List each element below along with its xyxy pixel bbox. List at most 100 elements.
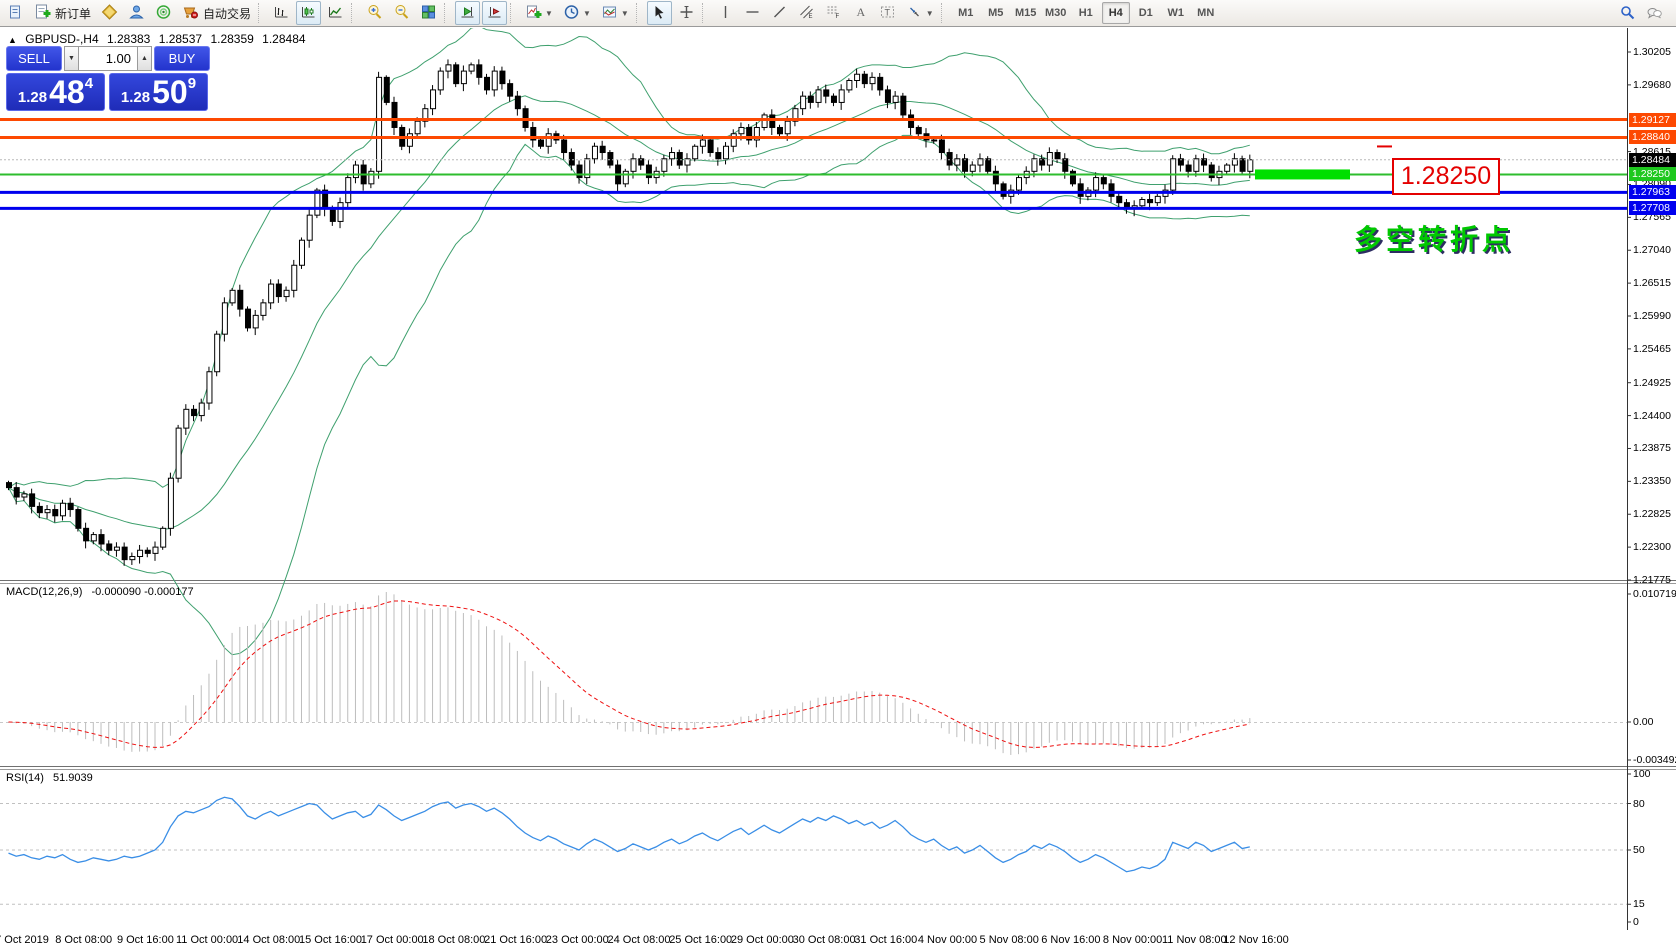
zoom-in-button[interactable] <box>362 1 387 25</box>
rsi-tick: 0 <box>1633 916 1639 928</box>
fibonacci-button[interactable]: F <box>821 1 846 25</box>
volume-input[interactable] <box>79 46 137 71</box>
time-label: 6 Nov 16:00 <box>1041 934 1101 946</box>
new-order-button[interactable]: 新订单 <box>30 1 95 25</box>
label-button[interactable]: T <box>875 1 900 25</box>
sell-price-big: 48 <box>49 74 85 110</box>
chart-shift-button[interactable] <box>482 1 508 25</box>
price-line-label[interactable]: 1.28840 <box>1629 130 1676 145</box>
ohlc-high: 1.28537 <box>158 32 203 46</box>
chat-icon[interactable] <box>1642 1 1667 25</box>
signals-button[interactable] <box>151 1 176 25</box>
price-line-label[interactable]: 1.29127 <box>1629 112 1676 127</box>
crosshair-button[interactable] <box>674 1 699 25</box>
timeframe-m30[interactable]: M30 <box>1042 2 1070 24</box>
line-chart-button[interactable] <box>323 1 348 25</box>
time-label: 8 Oct 08:00 <box>55 934 113 946</box>
channel-button[interactable]: E <box>794 1 819 25</box>
price-line-label[interactable]: 1.27963 <box>1629 185 1676 200</box>
sell-price[interactable]: 1.28 48 4 <box>6 73 105 111</box>
time-label: 8 Nov 00:00 <box>1102 934 1163 946</box>
toolbar-separator <box>351 3 359 23</box>
channel-icon: E <box>798 4 815 23</box>
price-line-label[interactable]: 1.28250 <box>1629 167 1676 182</box>
new-order-icon <box>34 4 51 23</box>
sell-price-small: 1.28 <box>17 89 48 106</box>
toolbar-separator <box>635 3 644 23</box>
time-axis[interactable]: 7 Oct 2019 8 Oct 08:00 9 Oct 16:00 11 Oct 0… <box>0 930 1676 950</box>
bar-chart-button[interactable] <box>269 1 294 25</box>
arrows-icon <box>906 4 923 23</box>
volume-down-button[interactable]: ▼ <box>64 46 79 71</box>
price-tick: 1.22825 <box>1633 508 1671 521</box>
timeframe-w1[interactable]: W1 <box>1162 2 1190 24</box>
templates-icon <box>601 4 618 23</box>
time-label: 9 Oct 16:00 <box>116 934 174 946</box>
buy-price-big: 50 <box>152 74 188 110</box>
sell-button[interactable]: SELL <box>6 46 62 71</box>
metaeditor-button[interactable] <box>97 1 122 25</box>
svg-text:E: E <box>808 14 812 20</box>
templates-button[interactable]: ▼ <box>597 1 633 25</box>
app-icon[interactable] <box>3 1 28 25</box>
cursor-button[interactable] <box>646 1 672 25</box>
trendline-button[interactable] <box>767 1 792 25</box>
timeframe-h4[interactable]: H4 <box>1101 2 1130 24</box>
one-click-trading-panel: SELL ▼ ▲ BUY 1.28 48 4 1.28 50 9 <box>6 46 210 111</box>
symbol-name: GBPUSD-,H4 <box>25 32 99 46</box>
buy-button[interactable]: BUY <box>154 46 210 71</box>
price-line-label[interactable]: 1.27708 <box>1629 201 1676 216</box>
buy-price[interactable]: 1.28 50 9 <box>109 73 208 111</box>
toolbar-separator <box>940 3 949 23</box>
toolbar: 新订单 自动交易 ▼ ▼ ▼ E F A T ▼ M1 M5 M15 M30 H1 H4 D1 W1 MN <box>0 0 1676 27</box>
macd-values: -0.000090 -0.000177 <box>91 586 194 598</box>
timeframe-d1[interactable]: D1 <box>1132 2 1160 24</box>
community-button[interactable] <box>124 1 149 25</box>
text-button[interactable]: A <box>848 1 873 25</box>
chart-window[interactable]: ▲ GBPUSD-,H4 1.28383 1.28537 1.28359 1.2… <box>0 28 1676 950</box>
price-tick: 1.25990 <box>1633 310 1671 322</box>
dropdown-arrow-icon: ▼ <box>545 8 553 18</box>
timeframe-m1[interactable]: M1 <box>952 2 980 24</box>
time-label: 14 Oct 08:00 <box>237 934 301 946</box>
bar-chart-icon <box>273 4 290 23</box>
price-tick: 1.22300 <box>1633 541 1671 554</box>
timeframe-h1[interactable]: H1 <box>1072 2 1100 24</box>
time-label: 31 Oct 16:00 <box>854 934 918 946</box>
candlestick-button[interactable] <box>296 1 322 25</box>
periods-button[interactable]: ▼ <box>559 1 595 25</box>
indicators-icon <box>525 4 542 23</box>
price-line-label[interactable]: 1.28484 <box>1629 152 1676 167</box>
price-callout-box[interactable]: 1.28250 <box>1392 158 1500 195</box>
volume-up-button[interactable]: ▲ <box>137 46 152 71</box>
zoom-in-icon <box>366 4 383 23</box>
time-label: 23 Oct 00:00 <box>545 934 609 946</box>
zoom-out-button[interactable] <box>389 1 414 25</box>
auto-scroll-button[interactable] <box>455 1 481 25</box>
arrows-button[interactable]: ▼ <box>902 1 938 25</box>
candlestick-icon <box>300 4 317 23</box>
toolbar-separator <box>258 3 266 23</box>
timeframe-mn[interactable]: MN <box>1192 2 1220 24</box>
ohlc-low: 1.28359 <box>210 32 254 46</box>
time-label: 15 Oct 16:00 <box>299 934 362 946</box>
auto-scroll-icon <box>459 4 476 23</box>
timeframe-m15[interactable]: M15 <box>1012 2 1040 24</box>
horizontal-line-button[interactable] <box>740 1 765 25</box>
time-label: 25 Oct 16:00 <box>669 934 733 946</box>
indicators-button[interactable]: ▼ <box>521 1 557 25</box>
chart-shift-icon <box>486 4 503 23</box>
toolbar-separator <box>701 3 710 23</box>
timeframe-m5[interactable]: M5 <box>982 2 1010 24</box>
vertical-line-button[interactable] <box>713 1 738 25</box>
time-label: 4 Nov 00:00 <box>917 934 978 946</box>
fibonacci-icon: F <box>825 4 842 23</box>
turning-point-annotation[interactable]: 多空转折点 <box>1354 218 1514 258</box>
rsi-value: 51.9039 <box>52 772 93 784</box>
mt4-window: 新订单 自动交易 ▼ ▼ ▼ E F A T ▼ M1 M5 M15 M30 H1 H4 D1 W1 MN ▲ GB… <box>0 0 1676 950</box>
search-icon[interactable] <box>1615 1 1640 25</box>
tile-windows-button[interactable] <box>416 1 441 25</box>
autotrading-button[interactable]: 自动交易 <box>178 1 255 25</box>
panel-collapse-icon[interactable]: ▲ <box>8 35 17 45</box>
ohlc-close: 1.28484 <box>262 32 306 46</box>
